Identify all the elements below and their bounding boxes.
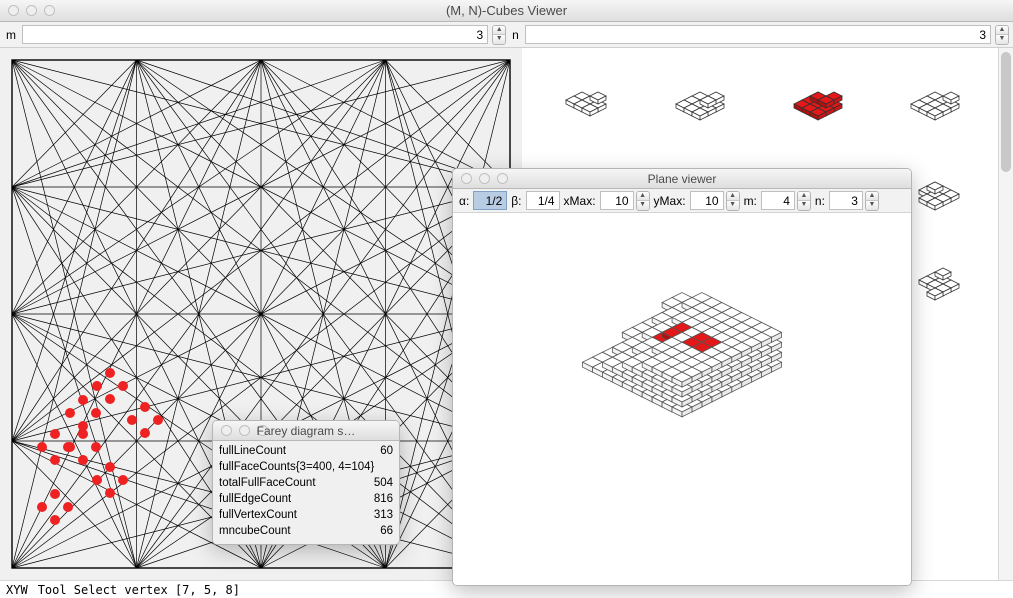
plane-toolbar: α: β: xMax: ▲▼ yMax: ▲▼ m: ▲▼ n: ▲▼ (453, 189, 911, 213)
chevron-up-icon: ▲ (493, 26, 505, 36)
close-icon[interactable] (8, 5, 19, 16)
alpha-input[interactable] (473, 191, 507, 210)
scroll-thumb[interactable] (1001, 52, 1011, 172)
stats-row: fullLineCount60 (219, 443, 393, 459)
main-toolbar: m ▲▼ n ▲▼ (0, 22, 1013, 48)
plane-titlebar[interactable]: Plane viewer (453, 169, 911, 189)
traffic-lights (0, 5, 55, 16)
plane-m-label: m: (742, 194, 759, 208)
chevron-down-icon: ▼ (996, 35, 1008, 44)
plane-m-input[interactable] (761, 191, 795, 210)
m-label: m (4, 28, 18, 42)
m-stepper[interactable]: ▲▼ (492, 25, 506, 45)
cube-thumb[interactable] (778, 78, 858, 138)
close-icon[interactable] (461, 173, 472, 184)
chevron-up-icon: ▲ (996, 26, 1008, 36)
n-stepper[interactable]: ▲▼ (995, 25, 1009, 45)
zoom-icon[interactable] (497, 173, 508, 184)
cube-thumb[interactable] (895, 78, 975, 138)
ymax-input[interactable] (690, 191, 724, 210)
cube-thumb[interactable] (542, 78, 622, 138)
plane-n-label: n: (813, 194, 827, 208)
close-icon[interactable] (221, 425, 232, 436)
minimize-icon[interactable] (239, 425, 250, 436)
farey-stats-panel[interactable]: Farey diagram s… fullLineCount60fullFace… (212, 420, 400, 545)
plane-m-stepper[interactable]: ▲▼ (797, 191, 811, 211)
cube-thumb[interactable] (660, 78, 740, 138)
ymax-stepper[interactable]: ▲▼ (726, 191, 740, 211)
minimize-icon[interactable] (479, 173, 490, 184)
alpha-label: α: (457, 194, 471, 208)
plane-n-stepper[interactable]: ▲▼ (865, 191, 879, 211)
main-window-title: (M, N)-Cubes Viewer (0, 3, 1013, 18)
plane-n-input[interactable] (829, 191, 863, 210)
n-label: n (510, 28, 521, 42)
status-tool: Tool Select vertex [7, 5, 8] (38, 583, 240, 597)
status-mode: XYW (6, 583, 28, 597)
zoom-icon[interactable] (44, 5, 55, 16)
minimize-icon[interactable] (26, 5, 37, 16)
plane-canvas[interactable] (453, 213, 911, 585)
main-titlebar: (M, N)-Cubes Viewer (0, 0, 1013, 22)
stats-row: fullFaceCounts{3=400, 4=104} (219, 459, 393, 475)
vertical-scrollbar[interactable] (998, 48, 1013, 580)
stats-body: fullLineCount60fullFaceCounts{3=400, 4=1… (213, 441, 399, 544)
xmax-stepper[interactable]: ▲▼ (636, 191, 650, 211)
xmax-label: xMax: (562, 194, 598, 208)
chevron-down-icon: ▼ (493, 35, 505, 44)
xmax-input[interactable] (600, 191, 634, 210)
zoom-icon[interactable] (257, 425, 268, 436)
ymax-label: yMax: (652, 194, 688, 208)
plane-viewer-panel[interactable]: Plane viewer α: β: xMax: ▲▼ yMax: ▲▼ m: … (452, 168, 912, 586)
plane-title: Plane viewer (453, 172, 911, 186)
m-input[interactable] (22, 25, 488, 44)
n-input[interactable] (525, 25, 991, 44)
stats-titlebar[interactable]: Farey diagram s… (213, 421, 399, 441)
stats-row: totalFullFaceCount504 (219, 475, 393, 491)
stats-row: fullVertexCount313 (219, 507, 393, 523)
beta-label: β: (509, 194, 523, 208)
stats-row: mncubeCount66 (219, 523, 393, 539)
beta-input[interactable] (526, 191, 560, 210)
stats-row: fullEdgeCount816 (219, 491, 393, 507)
